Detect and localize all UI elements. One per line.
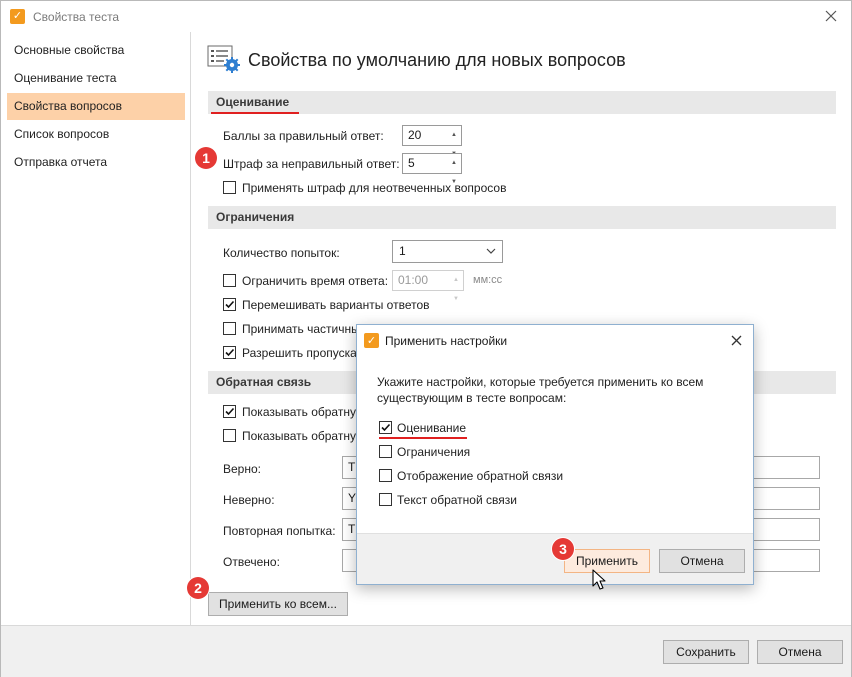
section-header-limits: Ограничения xyxy=(208,206,836,229)
option-scoring-checkbox[interactable] xyxy=(379,421,392,434)
checkmark-app-icon: ✓ xyxy=(10,9,25,24)
apply-penalty-unanswered-label: Применять штраф для неотвеченных вопросо… xyxy=(242,181,507,195)
option-feedback-text-checkbox[interactable] xyxy=(379,493,392,506)
spin-down-icon[interactable]: ▼ xyxy=(453,290,459,309)
dialog-description-line-2: существующим в тесте вопросам: xyxy=(377,391,567,405)
option-feedback-display-checkbox[interactable] xyxy=(379,469,392,482)
time-limit-stepper[interactable]: 01:00 ▲ ▼ xyxy=(392,270,464,302)
title-bar: ✓ Свойства теста xyxy=(1,1,851,32)
spin-up-icon[interactable]: ▲ xyxy=(451,154,457,173)
option-scoring-highlight-underline xyxy=(379,437,467,439)
correct-points-stepper[interactable]: 20 ▲▼ xyxy=(402,125,462,157)
option-feedback-display-label: Отображение обратной связи xyxy=(397,469,564,483)
window-footer: Сохранить Отмена xyxy=(1,625,851,677)
option-limits-checkbox[interactable] xyxy=(379,445,392,458)
option-limits-label: Ограничения xyxy=(397,445,471,459)
step-badge-1: 1 xyxy=(195,147,217,169)
dialog-cancel-button[interactable]: Отмена xyxy=(659,549,745,573)
attempts-label: Количество попыток: xyxy=(223,246,340,260)
chevron-down-icon xyxy=(486,248,496,254)
sidebar-item-report-sending[interactable]: Отправка отчета xyxy=(7,149,185,176)
time-unit-label: мм:сс xyxy=(473,274,503,286)
limit-time-label: Ограничить время ответа: xyxy=(242,274,389,288)
option-feedback-text-label: Текст обратной связи xyxy=(397,493,517,507)
scoring-highlight-underline xyxy=(211,112,299,114)
list-settings-icon xyxy=(207,45,241,73)
accept-partial-label: Принимать частичные xyxy=(242,322,367,336)
cancel-button[interactable]: Отмена xyxy=(757,640,843,664)
close-icon[interactable] xyxy=(725,330,747,350)
allow-skip-checkbox[interactable] xyxy=(223,346,236,359)
spin-up-icon[interactable]: ▲ xyxy=(453,271,459,290)
apply-to-all-button[interactable]: Применить ко всем... xyxy=(208,592,348,616)
limit-time-checkbox[interactable] xyxy=(223,274,236,287)
shuffle-answers-label: Перемешивать варианты ответов xyxy=(242,298,430,312)
option-scoring-label: Оценивание xyxy=(397,421,466,435)
shuffle-answers-checkbox[interactable] xyxy=(223,298,236,311)
attempts-select[interactable]: 1 xyxy=(392,240,503,263)
dialog-title: Применить настройки xyxy=(385,334,508,348)
show-feedback-2-label: Показывать обратну xyxy=(242,429,356,443)
page-title: Свойства по умолчанию для новых вопросов xyxy=(248,50,626,70)
feedback-correct-label: Верно: xyxy=(223,462,261,476)
step-badge-3: 3 xyxy=(552,538,574,560)
section-header-scoring: Оценивание xyxy=(208,91,836,114)
show-feedback-1-label: Показывать обратну xyxy=(242,405,356,419)
close-icon[interactable] xyxy=(819,5,843,27)
feedback-incorrect-label: Неверно: xyxy=(223,493,275,507)
feedback-answered-label: Отвечено: xyxy=(223,555,280,569)
dialog-description-line-1: Укажите настройки, которые требуется при… xyxy=(377,375,704,389)
step-badge-2: 2 xyxy=(187,577,209,599)
sidebar: Основные свойства Оценивание теста Свойс… xyxy=(1,32,191,625)
feedback-retry-label: Повторная попытка: xyxy=(223,524,336,538)
sidebar-item-question-list[interactable]: Список вопросов xyxy=(7,121,185,148)
save-button[interactable]: Сохранить xyxy=(663,640,749,664)
sidebar-item-question-properties[interactable]: Свойства вопросов xyxy=(7,93,185,120)
spin-up-icon[interactable]: ▲ xyxy=(451,126,457,145)
sidebar-item-test-scoring[interactable]: Оценивание теста xyxy=(7,65,185,92)
allow-skip-label: Разрешить пропуска xyxy=(242,346,357,360)
show-feedback-2-checkbox[interactable] xyxy=(223,429,236,442)
sidebar-item-main-properties[interactable]: Основные свойства xyxy=(7,37,185,64)
checkmark-app-icon: ✓ xyxy=(364,333,379,348)
window-title: Свойства теста xyxy=(33,10,120,24)
accept-partial-checkbox[interactable] xyxy=(223,322,236,335)
show-feedback-1-checkbox[interactable] xyxy=(223,405,236,418)
mouse-pointer-icon xyxy=(592,569,606,590)
correct-points-label: Баллы за правильный ответ: xyxy=(223,129,384,143)
penalty-stepper[interactable]: 5 ▲ ▼ xyxy=(402,153,462,185)
penalty-label: Штраф за неправильный ответ: xyxy=(223,157,400,171)
apply-penalty-unanswered-checkbox[interactable] xyxy=(223,181,236,194)
